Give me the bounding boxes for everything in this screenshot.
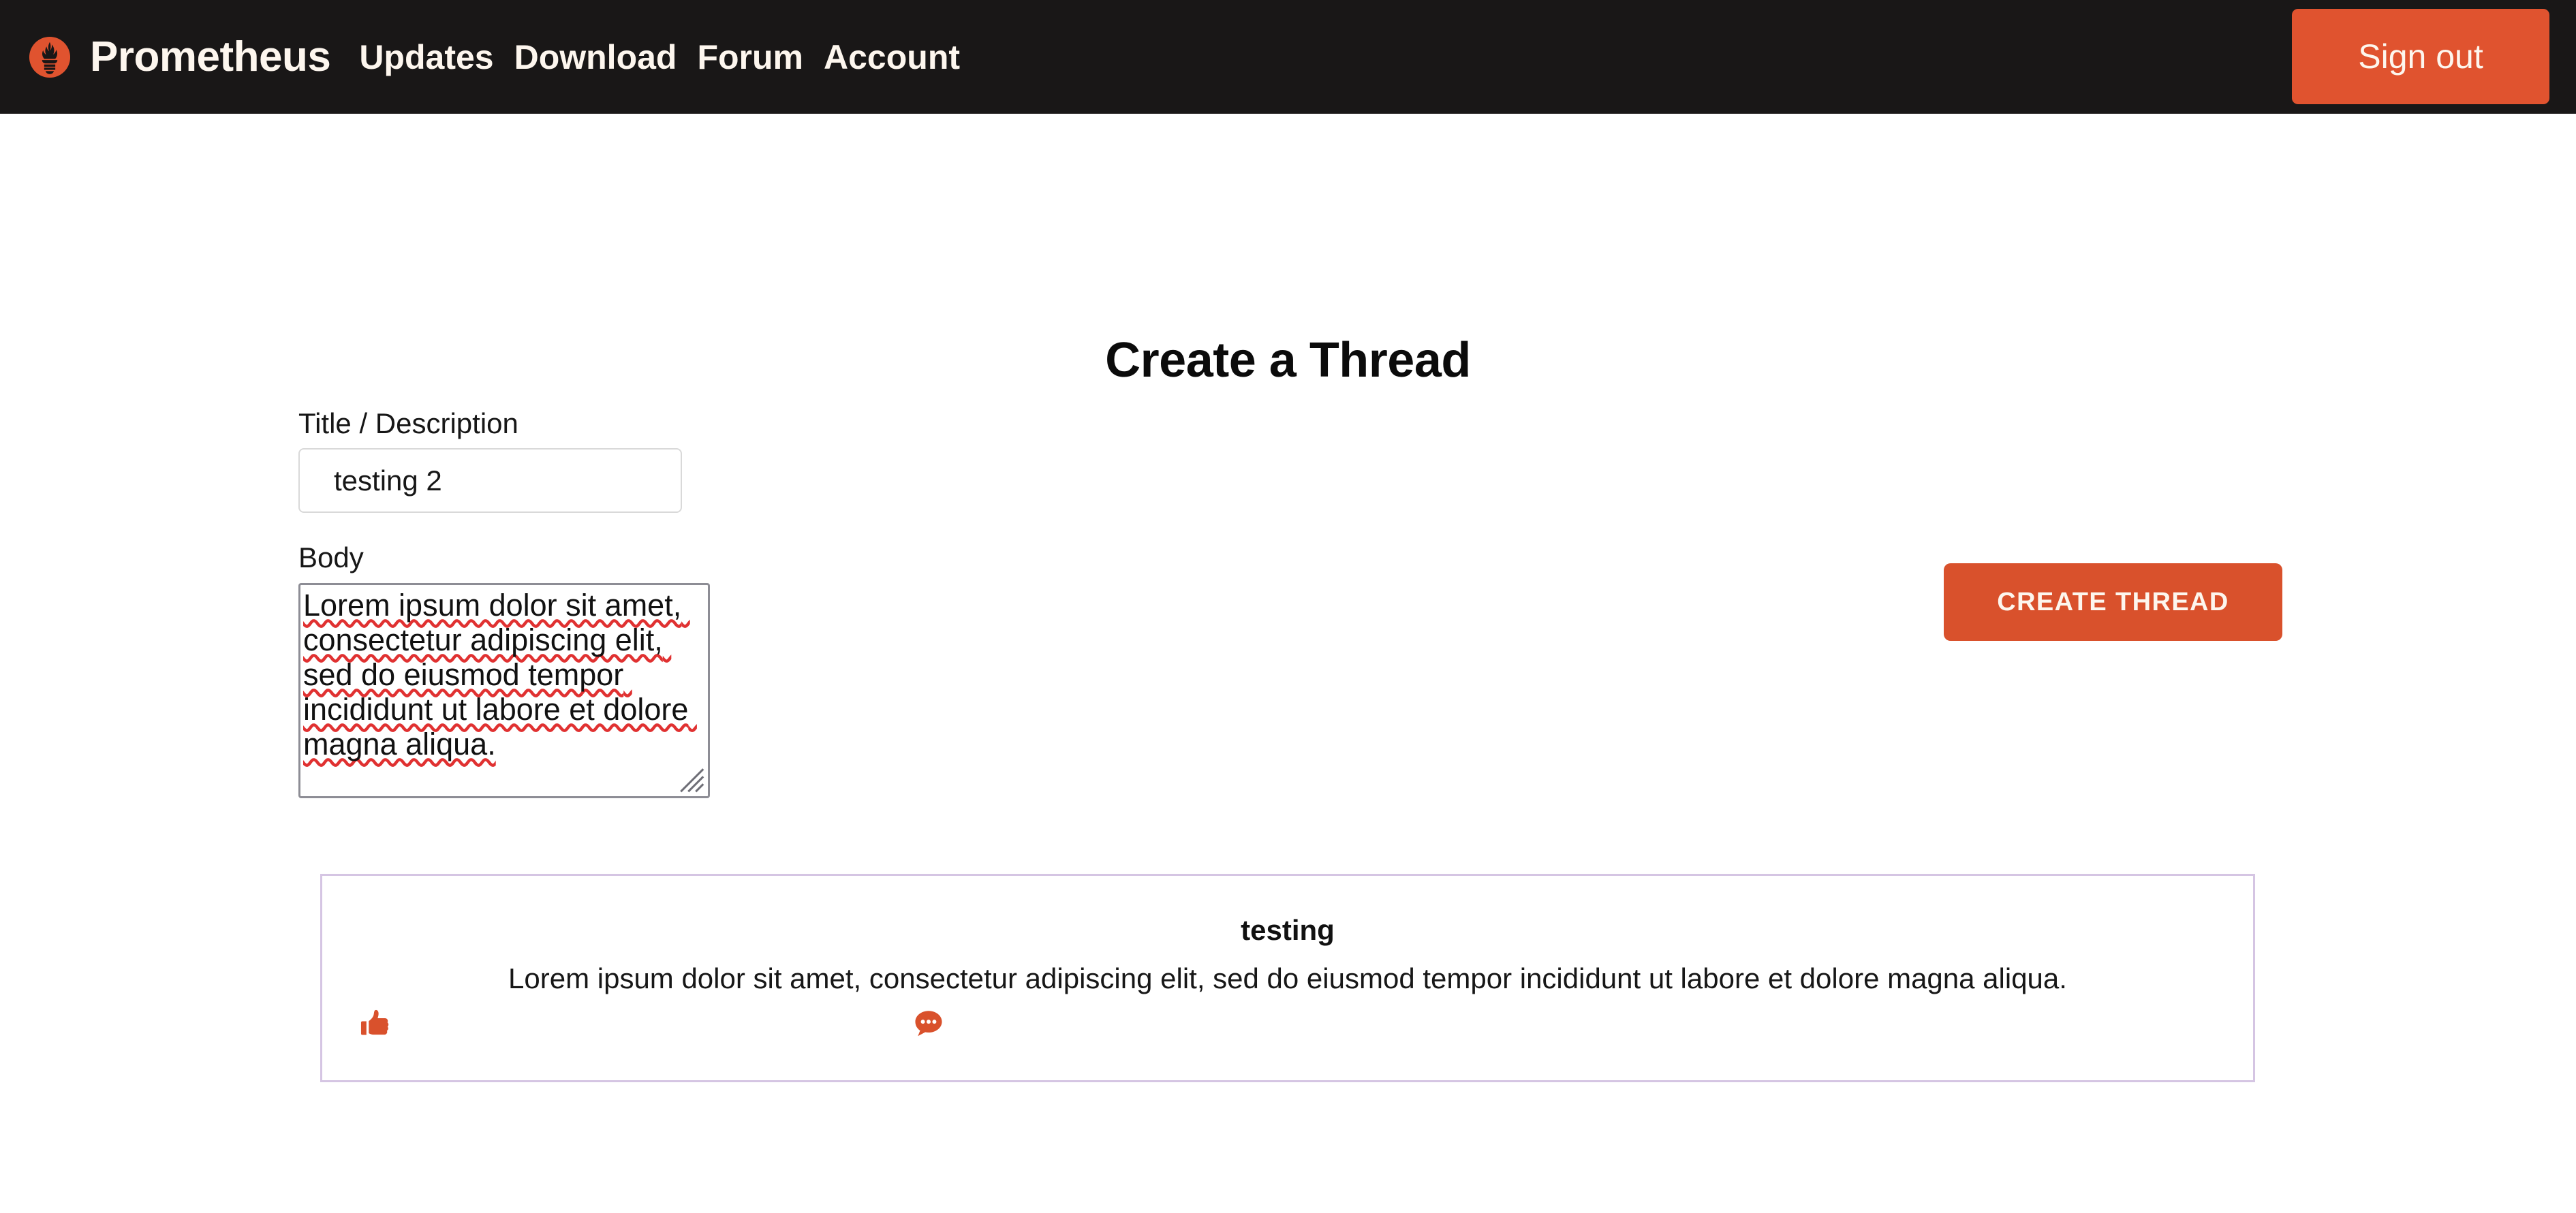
page-title: Create a Thread bbox=[1105, 333, 1471, 388]
thread-card[interactable]: testing Lorem ipsum dolor sit amet, cons… bbox=[320, 874, 2255, 1082]
comment-bubble-icon[interactable] bbox=[913, 1008, 944, 1039]
thread-body: Lorem ipsum dolor sit amet, consectetur … bbox=[508, 962, 2067, 995]
title-field-label: Title / Description bbox=[298, 407, 518, 439]
title-input[interactable] bbox=[298, 448, 682, 514]
body-field-label: Body bbox=[298, 541, 364, 574]
create-thread-button[interactable]: CREATE THREAD bbox=[1944, 563, 2282, 641]
top-navigation-bar: Prometheus Updates Download Forum Accoun… bbox=[0, 0, 2576, 114]
prometheus-flame-logo-icon bbox=[29, 36, 71, 78]
nav-link-updates[interactable]: Updates bbox=[359, 37, 493, 77]
sign-out-button[interactable]: Sign out bbox=[2292, 9, 2549, 104]
nav-link-forum[interactable]: Forum bbox=[697, 37, 803, 77]
thread-actions bbox=[322, 1008, 2253, 1056]
thread-title: testing bbox=[1241, 914, 1335, 946]
body-textarea-wrapper bbox=[298, 582, 710, 798]
create-thread-form: Title / Description Body bbox=[298, 407, 710, 798]
primary-nav: Updates Download Forum Account bbox=[359, 37, 960, 77]
thumbs-up-icon[interactable] bbox=[360, 1008, 392, 1039]
body-textarea[interactable] bbox=[298, 582, 710, 798]
brand-group[interactable]: Prometheus bbox=[29, 33, 331, 81]
nav-link-account[interactable]: Account bbox=[824, 37, 960, 77]
nav-link-download[interactable]: Download bbox=[514, 37, 677, 77]
brand-name: Prometheus bbox=[90, 33, 331, 80]
